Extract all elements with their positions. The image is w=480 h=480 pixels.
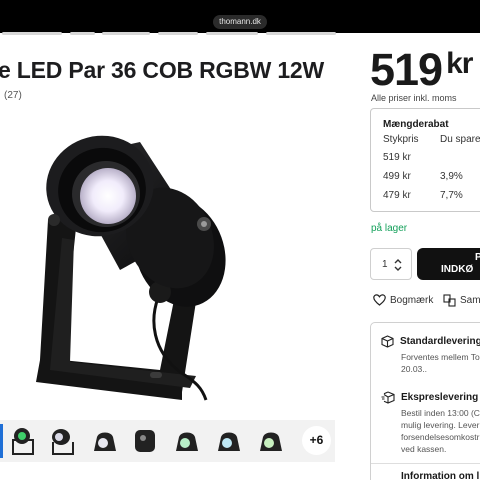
heart-icon <box>373 294 386 306</box>
discount-col-price: Stykpris <box>383 134 419 145</box>
discount-price: 499 kr <box>383 171 411 182</box>
discount-save: 3,9% <box>440 171 463 182</box>
thumbnail[interactable] <box>170 424 204 458</box>
delivery-options: Standardlevering Forventes mellem To 20.… <box>370 322 480 480</box>
thumbnail[interactable] <box>254 424 288 458</box>
breadcrumb-segment[interactable] <box>158 32 198 35</box>
wishlist-label: Bogmærk <box>390 294 434 306</box>
compare-link[interactable]: Sam <box>443 294 480 307</box>
discount-save: 7,7% <box>440 190 463 201</box>
add-to-cart-button[interactable]: P INDKØ <box>417 248 480 280</box>
price-currency: kr <box>446 47 473 80</box>
wishlist-link[interactable]: Bogmærk <box>373 294 433 306</box>
browser-top-bar: thomann.dk <box>0 0 480 33</box>
delivery-info-label: Information om l <box>401 471 480 480</box>
stock-status: på lager <box>371 223 408 234</box>
product-title: e LED Par 36 COB RGBW 12W <box>0 57 325 83</box>
chevron-updown-icon <box>394 259 402 271</box>
thumbnail[interactable] <box>128 424 162 458</box>
rating-count[interactable]: (27) <box>4 90 22 101</box>
breadcrumb-segment[interactable] <box>70 32 95 35</box>
thumbnail[interactable] <box>6 424 40 458</box>
quantity-select[interactable]: 1 <box>370 248 412 280</box>
breadcrumb-segment[interactable] <box>2 32 62 35</box>
quantity-discount-box: Mængderabat Stykpris Du spare 519 kr 499… <box>370 108 480 212</box>
compare-label: Sam <box>460 295 480 306</box>
discount-title: Mængderabat <box>383 119 449 130</box>
express-package-icon <box>381 391 395 404</box>
breadcrumb-segment[interactable] <box>102 32 150 35</box>
thumbnail[interactable] <box>88 424 122 458</box>
product-image[interactable] <box>10 120 340 420</box>
price: 519 kr <box>370 44 473 96</box>
standard-delivery: Standardlevering Forventes mellem To 20.… <box>381 335 480 375</box>
package-icon <box>381 335 394 348</box>
thumbnail[interactable] <box>212 424 246 458</box>
breadcrumb-segment[interactable] <box>206 32 258 35</box>
breadcrumb <box>0 30 340 38</box>
discount-price: 479 kr <box>383 190 411 201</box>
url-bar[interactable]: thomann.dk <box>213 15 267 29</box>
express-delivery-title: Ekspreslevering <box>401 392 479 403</box>
more-thumbnails-button[interactable]: +6 <box>302 426 331 455</box>
standard-delivery-text: Forventes mellem To 20.03.. <box>401 352 480 374</box>
express-delivery-text: Bestil inden 13:00 (C mulig levering. Le… <box>401 408 480 454</box>
buy-label-2: INDKØ <box>441 264 474 275</box>
compare-icon <box>443 294 456 307</box>
standard-delivery-title: Standardlevering <box>400 336 480 347</box>
buy-label-1: P <box>475 252 480 263</box>
quantity-value: 1 <box>382 259 388 270</box>
express-delivery: Ekspreslevering Bestil inden 13:00 (C mu… <box>381 391 480 455</box>
delivery-info-link[interactable]: Information om l <box>371 463 480 480</box>
price-amount: 519 <box>370 44 443 95</box>
discount-price: 519 kr <box>383 152 411 163</box>
thumbnail-strip: +6 <box>0 420 335 462</box>
thumbnail[interactable] <box>46 424 80 458</box>
breadcrumb-segment[interactable] <box>266 32 336 35</box>
vat-note: Alle priser inkl. moms <box>371 93 457 103</box>
discount-col-save: Du spare <box>440 134 480 145</box>
